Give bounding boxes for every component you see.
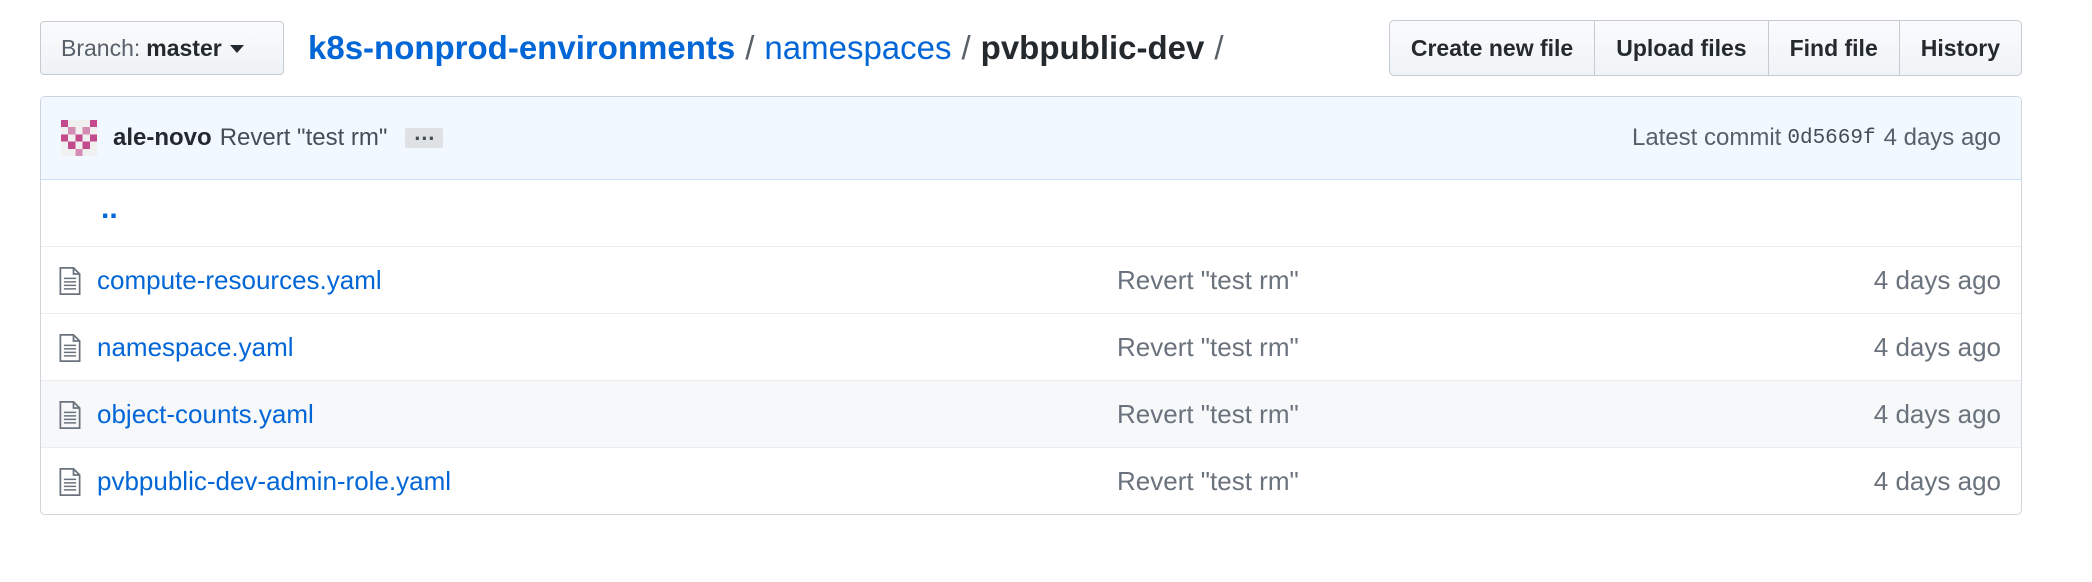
commit-message-link[interactable]: Revert "test rm" <box>220 124 388 152</box>
table-row: object-counts.yaml Revert "test rm" 4 da… <box>41 380 2021 447</box>
file-age: 4 days ago <box>1873 332 2001 362</box>
file-text-icon <box>59 334 81 362</box>
parent-directory-link[interactable]: .. <box>101 192 118 226</box>
file-age: 4 days ago <box>1873 265 2001 295</box>
file-commit-message[interactable]: Revert "test rm" <box>1117 265 1299 296</box>
file-text-icon <box>59 401 81 429</box>
file-link[interactable]: object-counts.yaml <box>97 399 314 430</box>
breadcrumb-separator: / <box>961 29 971 66</box>
branch-select-button[interactable]: Branch: master <box>40 21 284 75</box>
file-commit-message[interactable]: Revert "test rm" <box>1117 466 1299 497</box>
commit-expand-button[interactable]: … <box>405 122 444 148</box>
file-commit-message[interactable]: Revert "test rm" <box>1117 332 1299 363</box>
file-text-icon <box>59 267 81 295</box>
table-row: namespace.yaml Revert "test rm" 4 days a… <box>41 313 2021 380</box>
latest-commit-bar: ale-novo Revert "test rm" … Latest commi… <box>41 97 2021 180</box>
file-table: ale-novo Revert "test rm" … Latest commi… <box>40 96 2022 515</box>
caret-down-icon <box>229 45 244 53</box>
file-link[interactable]: namespace.yaml <box>97 332 294 363</box>
breadcrumb-repo-link[interactable]: k8s-nonprod-environments <box>308 29 735 66</box>
file-age: 4 days ago <box>1873 466 2001 496</box>
avatar[interactable] <box>61 120 97 156</box>
commit-author-link[interactable]: ale-novo <box>113 124 212 152</box>
file-navigation: Branch: master k8s-nonprod-environments /… <box>40 20 2022 76</box>
commit-sha-link[interactable]: 0d5669f <box>1787 127 1875 150</box>
file-link[interactable]: pvbpublic-dev-admin-role.yaml <box>97 466 451 497</box>
upload-files-button[interactable]: Upload files <box>1594 20 1769 76</box>
branch-label: Branch: <box>61 34 141 61</box>
file-text-icon <box>59 468 81 496</box>
file-commit-message[interactable]: Revert "test rm" <box>1117 399 1299 430</box>
breadcrumb-folder-link[interactable]: namespaces <box>764 29 951 66</box>
breadcrumb-separator: / <box>1214 29 1224 66</box>
create-new-file-button[interactable]: Create new file <box>1388 20 1596 76</box>
file-age: 4 days ago <box>1873 399 2001 429</box>
latest-commit-label: Latest commit <box>1631 124 1782 151</box>
file-actions-group: Create new file Upload files Find file H… <box>1388 20 2022 76</box>
table-row: compute-resources.yaml Revert "test rm" … <box>41 246 2021 313</box>
breadcrumb-current: pvbpublic-dev <box>980 29 1205 66</box>
history-button[interactable]: History <box>1898 20 2022 76</box>
latest-commit-info: Latest commit 0d5669f 4 days ago <box>1632 97 2001 179</box>
breadcrumb-separator: / <box>745 29 755 66</box>
parent-directory-row: .. <box>41 180 2021 246</box>
find-file-button[interactable]: Find file <box>1767 20 1900 76</box>
breadcrumb: k8s-nonprod-environments / namespaces / pvbp… <box>308 26 1234 70</box>
table-row: pvbpublic-dev-admin-role.yaml Revert "te… <box>41 447 2021 514</box>
commit-age: 4 days ago <box>1883 124 2001 151</box>
branch-name: master <box>146 34 222 61</box>
file-link[interactable]: compute-resources.yaml <box>97 265 382 296</box>
